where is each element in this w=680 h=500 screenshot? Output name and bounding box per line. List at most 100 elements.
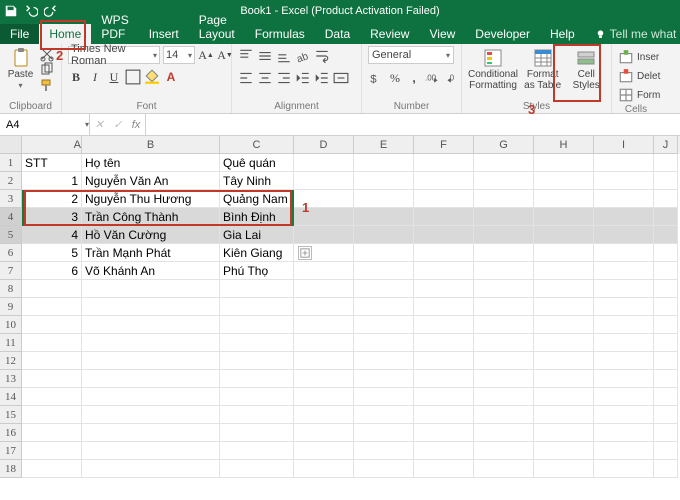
tab-wpspdf[interactable]: WPS PDF xyxy=(91,10,138,44)
cell[interactable] xyxy=(534,370,594,388)
cell[interactable] xyxy=(534,406,594,424)
cell[interactable] xyxy=(474,406,534,424)
comma-format-icon[interactable]: , xyxy=(406,70,422,86)
row-header[interactable]: 5 xyxy=(0,226,22,244)
cell[interactable] xyxy=(22,460,82,478)
cell[interactable] xyxy=(294,208,354,226)
cell[interactable] xyxy=(474,298,534,316)
decrease-indent-icon[interactable] xyxy=(295,70,311,86)
cell[interactable] xyxy=(534,244,594,262)
cell[interactable] xyxy=(220,406,294,424)
cell[interactable] xyxy=(474,334,534,352)
cell[interactable] xyxy=(22,388,82,406)
align-left-icon[interactable] xyxy=(238,70,254,86)
tab-pagelayout[interactable]: Page Layout xyxy=(189,10,245,44)
tab-insert[interactable]: Insert xyxy=(139,24,189,44)
cell[interactable] xyxy=(474,226,534,244)
cell[interactable] xyxy=(414,208,474,226)
cell[interactable] xyxy=(294,298,354,316)
col-header[interactable]: D xyxy=(294,136,354,154)
cell[interactable] xyxy=(474,190,534,208)
cell[interactable] xyxy=(594,424,654,442)
align-right-icon[interactable] xyxy=(276,70,292,86)
save-icon[interactable] xyxy=(4,4,18,18)
cell[interactable] xyxy=(22,316,82,334)
cell[interactable]: Quê quán xyxy=(220,154,294,172)
cell[interactable] xyxy=(354,208,414,226)
cell[interactable] xyxy=(474,316,534,334)
cell[interactable] xyxy=(594,172,654,190)
cell[interactable]: 3 xyxy=(22,208,82,226)
wrap-text-icon[interactable] xyxy=(314,48,330,64)
cell[interactable] xyxy=(354,172,414,190)
cell[interactable] xyxy=(594,262,654,280)
cell[interactable] xyxy=(654,298,678,316)
cell[interactable] xyxy=(294,334,354,352)
cell[interactable] xyxy=(220,424,294,442)
align-center-icon[interactable] xyxy=(257,70,273,86)
cell[interactable] xyxy=(654,262,678,280)
cell[interactable] xyxy=(654,190,678,208)
cell[interactable] xyxy=(82,316,220,334)
cell[interactable]: 5 xyxy=(22,244,82,262)
cell[interactable] xyxy=(294,316,354,334)
cell[interactable] xyxy=(534,442,594,460)
cell[interactable] xyxy=(220,388,294,406)
row-header[interactable]: 14 xyxy=(0,388,22,406)
insert-cells-button[interactable]: Inser xyxy=(618,48,659,66)
cell[interactable] xyxy=(354,280,414,298)
cell[interactable] xyxy=(474,442,534,460)
cell[interactable]: Họ tên xyxy=(82,154,220,172)
cell[interactable] xyxy=(594,442,654,460)
cell[interactable] xyxy=(594,352,654,370)
col-header[interactable]: H xyxy=(534,136,594,154)
cell[interactable] xyxy=(294,406,354,424)
cell[interactable] xyxy=(654,244,678,262)
cell[interactable]: Quảng Nam xyxy=(220,190,294,208)
paste-button[interactable]: Paste ▾ xyxy=(6,46,35,90)
cell[interactable] xyxy=(534,190,594,208)
cell[interactable] xyxy=(354,406,414,424)
cell[interactable] xyxy=(654,316,678,334)
undo-icon[interactable] xyxy=(24,4,38,18)
cell[interactable] xyxy=(654,226,678,244)
cell[interactable] xyxy=(414,226,474,244)
cell[interactable] xyxy=(414,370,474,388)
cell[interactable] xyxy=(82,352,220,370)
cell[interactable] xyxy=(534,334,594,352)
cell[interactable] xyxy=(22,424,82,442)
cell[interactable] xyxy=(294,352,354,370)
cell[interactable] xyxy=(414,244,474,262)
font-name-select[interactable]: Times New Roman▾ xyxy=(68,46,160,64)
cell[interactable] xyxy=(534,172,594,190)
cell[interactable]: Phú Thọ xyxy=(220,262,294,280)
cell[interactable] xyxy=(654,370,678,388)
cell[interactable] xyxy=(474,262,534,280)
cell[interactable] xyxy=(22,280,82,298)
conditional-formatting-button[interactable]: Conditional Formatting xyxy=(468,46,518,91)
format-painter-icon[interactable] xyxy=(39,78,55,92)
cell[interactable] xyxy=(220,370,294,388)
cell[interactable] xyxy=(654,208,678,226)
cell[interactable] xyxy=(294,190,354,208)
row-header[interactable]: 13 xyxy=(0,370,22,388)
cell[interactable] xyxy=(82,460,220,478)
cell[interactable] xyxy=(354,226,414,244)
cell[interactable] xyxy=(414,190,474,208)
row-header[interactable]: 12 xyxy=(0,352,22,370)
tab-review[interactable]: Review xyxy=(360,24,419,44)
row-header[interactable]: 6 xyxy=(0,244,22,262)
cell[interactable] xyxy=(474,352,534,370)
align-top-icon[interactable] xyxy=(238,48,254,64)
cell[interactable] xyxy=(414,352,474,370)
cell[interactable] xyxy=(294,226,354,244)
cell-styles-button[interactable]: Cell Styles xyxy=(567,46,605,91)
cell[interactable] xyxy=(354,334,414,352)
row-header[interactable]: 8 xyxy=(0,280,22,298)
cell[interactable] xyxy=(294,262,354,280)
col-header[interactable]: I xyxy=(594,136,654,154)
cell[interactable] xyxy=(534,424,594,442)
row-header[interactable]: 1 xyxy=(0,154,22,172)
cell[interactable] xyxy=(654,388,678,406)
cell[interactable] xyxy=(294,424,354,442)
